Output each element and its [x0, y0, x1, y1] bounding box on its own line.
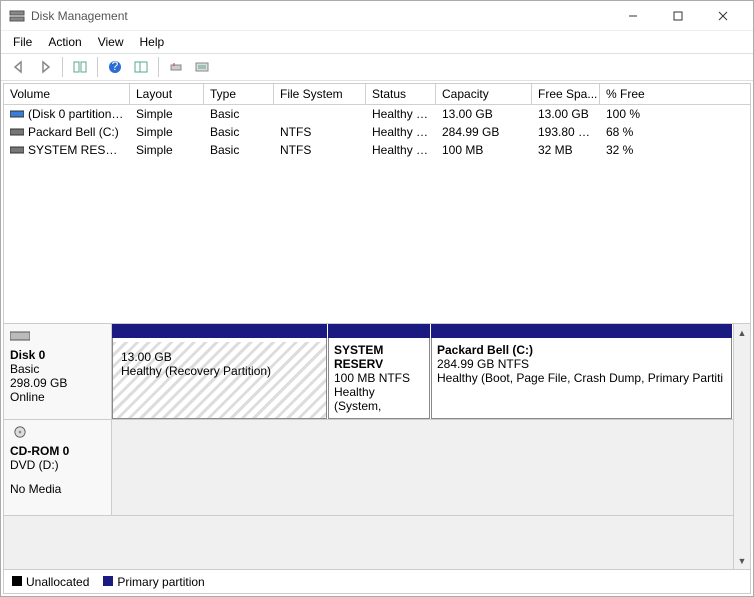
partition-recovery[interactable]: 13.00 GB Healthy (Recovery Partition) [112, 324, 327, 419]
disk-info: Disk 0 Basic 298.09 GB Online [4, 324, 112, 419]
partition-name: SYSTEM RESERV [334, 343, 424, 371]
menu-view[interactable]: View [90, 33, 132, 51]
col-pct[interactable]: % Free [600, 84, 750, 104]
partition-desc: Healthy (Recovery Partition) [121, 364, 318, 378]
disk-icon [10, 330, 30, 342]
disk-size: 298.09 GB [10, 376, 105, 390]
col-status[interactable]: Status [366, 84, 436, 104]
col-layout[interactable]: Layout [130, 84, 204, 104]
svg-text:?: ? [112, 59, 119, 73]
table-body[interactable]: (Disk 0 partition 1)SimpleBasicHealthy (… [4, 105, 750, 323]
disk-info: CD-ROM 0 DVD (D:) No Media [4, 420, 112, 515]
legend: Unallocated Primary partition [4, 569, 750, 593]
partition-size: 13.00 GB [121, 350, 318, 364]
disk-row-disk0[interactable]: Disk 0 Basic 298.09 GB Online 13.00 GB H… [4, 324, 733, 420]
table-row[interactable]: Packard Bell (C:)SimpleBasicNTFSHealthy … [4, 123, 750, 141]
menu-action[interactable]: Action [40, 33, 89, 51]
col-type[interactable]: Type [204, 84, 274, 104]
toolbar: ? [1, 53, 753, 81]
app-icon [9, 8, 25, 24]
legend-primary: Primary partition [103, 575, 204, 589]
volume-icon [10, 108, 24, 118]
menu-help[interactable]: Help [132, 33, 173, 51]
cdrom-sub: DVD (D:) [10, 458, 105, 472]
disk-label: Disk 0 [10, 348, 45, 362]
cdrom-label: CD-ROM 0 [10, 444, 69, 458]
partition-sub: 284.99 GB NTFS [437, 357, 726, 371]
table-row[interactable]: (Disk 0 partition 1)SimpleBasicHealthy (… [4, 105, 750, 123]
disk-map-pane: Disk 0 Basic 298.09 GB Online 13.00 GB H… [4, 324, 750, 569]
disk-row-cdrom[interactable]: CD-ROM 0 DVD (D:) No Media [4, 420, 733, 516]
table-row[interactable]: SYSTEM RESERVEDSimpleBasicNTFSHealthy (S… [4, 141, 750, 159]
maximize-button[interactable] [655, 2, 700, 30]
help-icon[interactable]: ? [103, 56, 127, 78]
col-filesystem[interactable]: File System [274, 84, 366, 104]
scroll-up-icon[interactable]: ▲ [734, 324, 750, 341]
disk-state: Online [10, 390, 105, 404]
forward-button[interactable] [33, 56, 57, 78]
toolbar-list-icon[interactable] [129, 56, 153, 78]
volume-icon [10, 126, 24, 136]
close-button[interactable] [700, 2, 745, 30]
scroll-down-icon[interactable]: ▼ [734, 552, 750, 569]
disk-type: Basic [10, 362, 105, 376]
back-button[interactable] [7, 56, 31, 78]
properties-icon[interactable] [190, 56, 214, 78]
table-header: Volume Layout Type File System Status Ca… [4, 84, 750, 105]
partition-system-reserved[interactable]: SYSTEM RESERV 100 MB NTFS Healthy (Syste… [328, 324, 430, 419]
cdrom-state: No Media [10, 482, 105, 496]
partition-name: Packard Bell (C:) [437, 343, 726, 357]
refresh-icon[interactable] [164, 56, 188, 78]
partition-sub: 100 MB NTFS [334, 371, 424, 385]
volume-list-pane: Volume Layout Type File System Status Ca… [4, 84, 750, 324]
vertical-scrollbar[interactable]: ▲ ▼ [733, 324, 750, 569]
col-free[interactable]: Free Spa... [532, 84, 600, 104]
partition-main[interactable]: Packard Bell (C:) 284.99 GB NTFS Healthy… [431, 324, 732, 419]
toolbar-layout-icon[interactable] [68, 56, 92, 78]
titlebar: Disk Management [1, 1, 753, 31]
volume-icon [10, 144, 24, 154]
legend-unallocated: Unallocated [12, 575, 89, 589]
partition-desc: Healthy (System, [334, 385, 424, 413]
minimize-button[interactable] [610, 2, 655, 30]
menubar: File Action View Help [1, 31, 753, 53]
menu-file[interactable]: File [5, 33, 40, 51]
col-capacity[interactable]: Capacity [436, 84, 532, 104]
window-title: Disk Management [31, 9, 610, 23]
partition-desc: Healthy (Boot, Page File, Crash Dump, Pr… [437, 371, 726, 385]
cdrom-icon [10, 426, 30, 438]
col-volume[interactable]: Volume [4, 84, 130, 104]
